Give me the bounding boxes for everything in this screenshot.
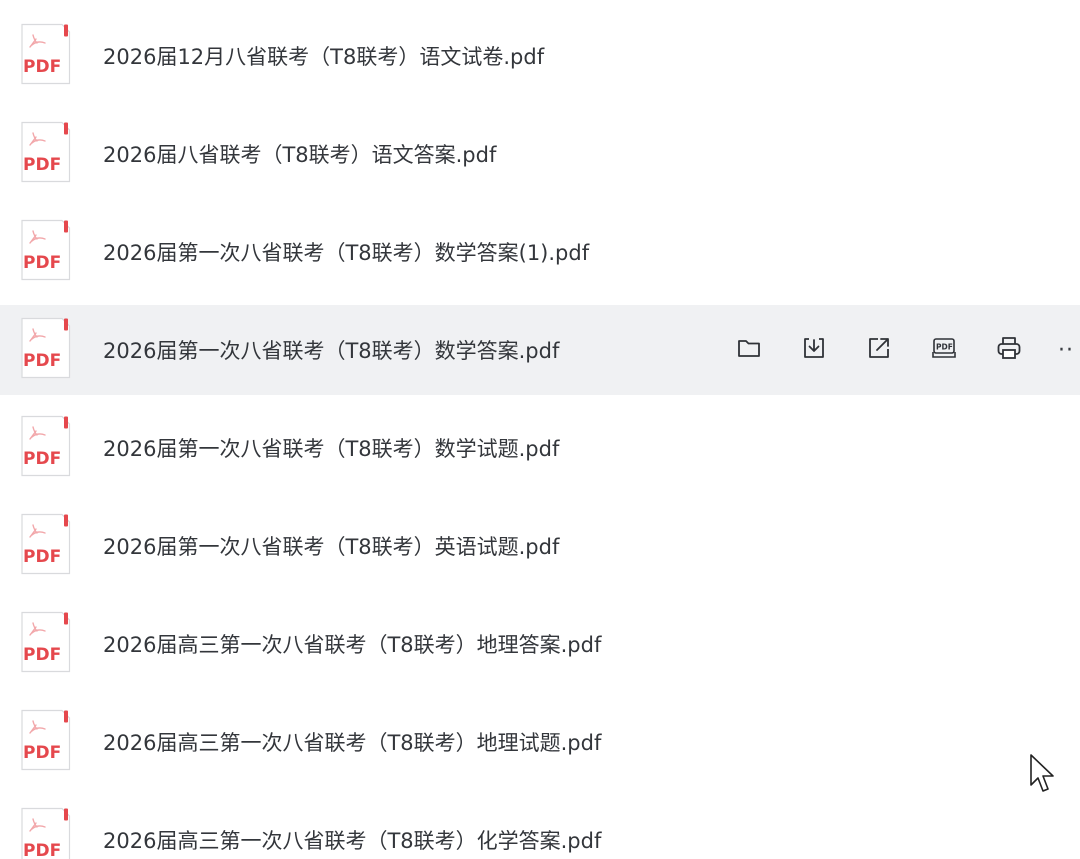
svg-text:PDF: PDF [23,645,61,665]
file-name[interactable]: 2026届第一次八省联考（T8联考）英语试题.pdf [103,531,559,561]
pdf-file-icon: PDF [19,317,71,379]
mouse-cursor-icon [1030,754,1054,792]
file-row[interactable]: PDF 2026届第一次八省联考（T8联考）数学答案.pdf PDF ·· [0,305,1080,395]
pdf-file-icon: PDF [19,807,71,859]
file-name[interactable]: 2026届高三第一次八省联考（T8联考）化学答案.pdf [103,825,601,855]
pdf-file-icon: PDF [19,709,71,771]
file-name[interactable]: 2026届高三第一次八省联考（T8联考）地理答案.pdf [103,629,601,659]
file-row[interactable]: PDF 2026届12月八省联考（T8联考）语文试卷.pdf [0,11,1080,101]
file-name[interactable]: 2026届第一次八省联考（T8联考）数学答案.pdf [103,335,559,365]
download-button[interactable] [797,333,831,367]
download-icon [800,334,828,366]
file-list: PDF 2026届12月八省联考（T8联考）语文试卷.pdf PDF 2026届… [0,0,1080,859]
pdf-file-icon: PDF [19,121,71,183]
print-button[interactable] [992,333,1026,367]
printer-icon [995,334,1023,366]
svg-text:PDF: PDF [23,155,61,175]
file-name[interactable]: 2026届高三第一次八省联考（T8联考）地理试题.pdf [103,727,601,757]
pdf-file-icon: PDF [19,415,71,477]
file-name[interactable]: 2026届第一次八省联考（T8联考）数学试题.pdf [103,433,559,463]
svg-text:PDF: PDF [23,547,61,567]
pdf-file-icon: PDF [19,23,71,85]
svg-text:PDF: PDF [23,449,61,469]
svg-text:PDF: PDF [936,343,953,352]
file-row[interactable]: PDF 2026届第一次八省联考（T8联考）数学答案(1).pdf [0,207,1080,297]
svg-text:PDF: PDF [23,841,61,859]
file-row[interactable]: PDF 2026届第一次八省联考（T8联考）数学试题.pdf [0,403,1080,493]
svg-text:PDF: PDF [23,253,61,273]
file-name[interactable]: 2026届第一次八省联考（T8联考）数学答案(1).pdf [103,237,589,267]
file-row[interactable]: PDF 2026届第一次八省联考（T8联考）英语试题.pdf [0,501,1080,591]
pdf-tools-button[interactable]: PDF [927,333,961,367]
pdf-tools-icon: PDF [930,334,958,366]
pdf-file-icon: PDF [19,219,71,281]
external-link-icon [865,334,893,366]
pdf-file-icon: PDF [19,611,71,673]
file-name[interactable]: 2026届12月八省联考（T8联考）语文试卷.pdf [103,41,544,71]
share-button[interactable] [862,333,896,367]
svg-text:PDF: PDF [23,57,61,77]
row-actions: PDF [732,305,1057,395]
pdf-file-icon: PDF [19,513,71,575]
file-row[interactable]: PDF 2026届高三第一次八省联考（T8联考）地理答案.pdf [0,599,1080,689]
file-row[interactable]: PDF 2026届高三第一次八省联考（T8联考）地理试题.pdf [0,697,1080,787]
file-name[interactable]: 2026届八省联考（T8联考）语文答案.pdf [103,139,496,169]
svg-text:PDF: PDF [23,351,61,371]
more-options-button[interactable]: ·· [1058,305,1074,395]
svg-text:PDF: PDF [23,743,61,763]
open-folder-button[interactable] [732,333,766,367]
file-row[interactable]: PDF 2026届高三第一次八省联考（T8联考）化学答案.pdf [0,795,1080,859]
file-row[interactable]: PDF 2026届八省联考（T8联考）语文答案.pdf [0,109,1080,199]
folder-icon [735,334,763,366]
